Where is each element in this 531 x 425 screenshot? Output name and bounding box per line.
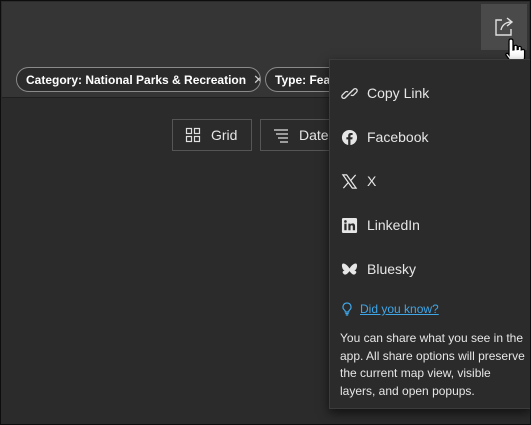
share-tip-text: You can share what you see in the app. A… [340,331,525,398]
facebook-icon [340,128,358,146]
filter-chip-category[interactable]: Category: National Parks & Recreation ✕ [16,67,261,92]
share-x[interactable]: X [330,161,530,201]
bluesky-icon [340,260,358,278]
share-linkedin[interactable]: LinkedIn [330,205,530,245]
share-bluesky[interactable]: Bluesky [330,249,530,289]
filter-chip-label: Category: National Parks & Recreation [26,72,247,87]
sort-date-button[interactable]: Date [260,119,332,151]
linkedin-icon [340,216,358,234]
did-you-know-link[interactable]: Did you know? [340,302,439,316]
x-icon [340,172,358,190]
menu-item-label: Bluesky [367,261,417,277]
sort-icon [274,129,288,143]
share-icon [495,17,514,36]
menu-item-label: X [367,173,377,189]
grid-view-button[interactable]: Grid [172,119,252,151]
grid-view-label: Grid [211,127,238,143]
menu-item-label: Facebook [367,129,429,145]
share-button[interactable] [481,4,527,50]
close-icon[interactable]: ✕ [253,72,260,88]
menu-item-label: Copy Link [367,85,430,101]
share-menu: Copy Link Facebook X LinkedIn Bluesky Di… [329,59,530,409]
app-window: Category: National Parks & Recreation ✕ … [0,0,531,425]
share-copy-link[interactable]: Copy Link [330,73,530,113]
sort-date-label: Date [299,127,329,143]
did-you-know-label: Did you know? [360,302,439,316]
grid-icon [185,127,201,143]
share-facebook[interactable]: Facebook [330,117,530,157]
link-icon [340,84,358,102]
menu-item-label: LinkedIn [367,217,420,233]
lightbulb-icon [342,302,352,316]
filter-chip-label: Type: Feat [275,72,335,87]
